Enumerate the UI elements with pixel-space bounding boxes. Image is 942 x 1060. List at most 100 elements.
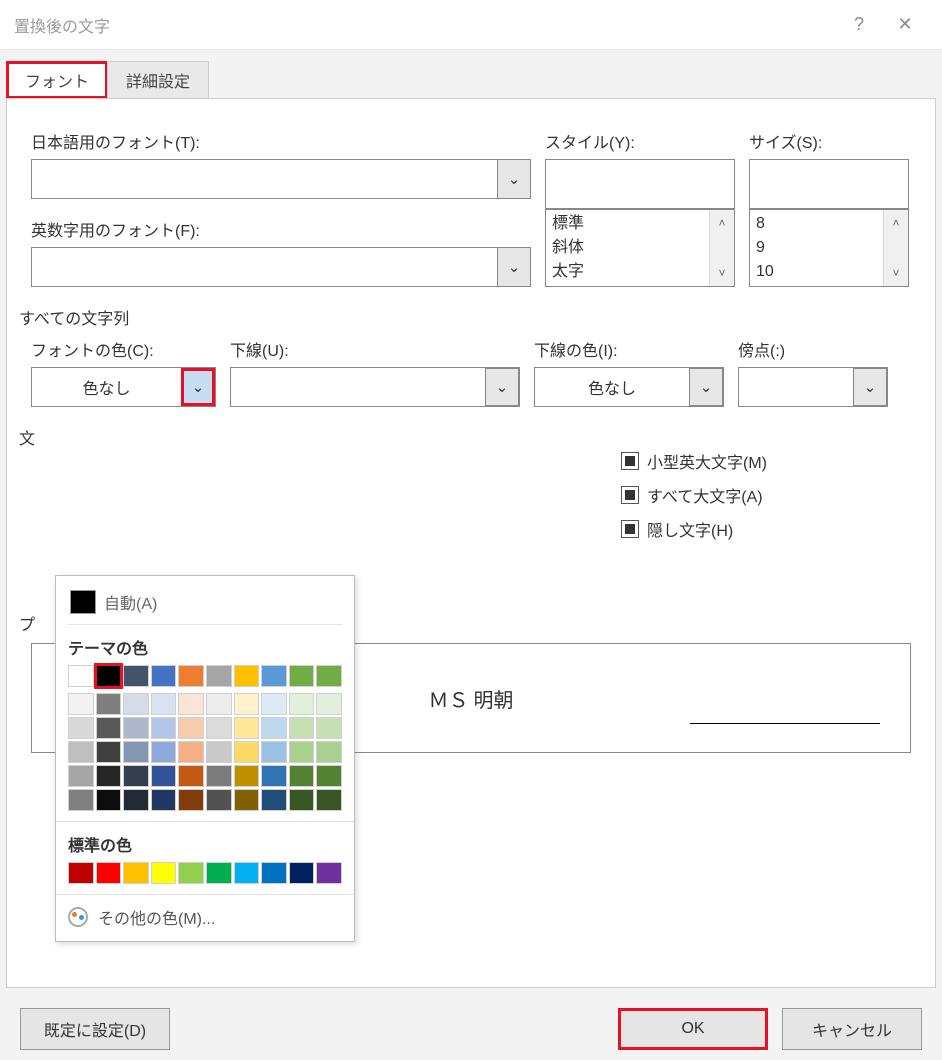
emphasis-dropdown[interactable]: ⌄: [853, 368, 887, 406]
color-swatch[interactable]: [151, 665, 177, 687]
color-swatch[interactable]: [289, 717, 315, 739]
color-swatch[interactable]: [261, 789, 287, 811]
style-input[interactable]: [545, 159, 735, 209]
color-swatch[interactable]: [261, 741, 287, 763]
scroll-down-icon[interactable]: ˅: [710, 260, 734, 286]
color-swatch[interactable]: [206, 717, 232, 739]
set-default-button[interactable]: 既定に設定(D): [20, 1008, 170, 1050]
scroll-up-icon[interactable]: ˄: [710, 210, 734, 236]
color-swatch[interactable]: [123, 693, 149, 715]
color-swatch[interactable]: [234, 717, 260, 739]
color-swatch[interactable]: [206, 741, 232, 763]
emphasis-combo[interactable]: ⌄: [738, 367, 888, 407]
help-button[interactable]: ?: [836, 2, 882, 48]
ok-button[interactable]: OK: [618, 1008, 768, 1050]
color-swatch[interactable]: [289, 789, 315, 811]
color-swatch[interactable]: [123, 765, 149, 787]
tab-advanced[interactable]: 詳細設定: [107, 61, 209, 99]
size-input[interactable]: [749, 159, 909, 209]
color-swatch[interactable]: [151, 765, 177, 787]
color-swatch[interactable]: [316, 741, 342, 763]
color-swatch[interactable]: [96, 765, 122, 787]
color-swatch[interactable]: [289, 665, 315, 687]
color-swatch[interactable]: [96, 693, 122, 715]
color-swatch[interactable]: [96, 717, 122, 739]
checkbox-hidden[interactable]: 隠し文字(H): [621, 517, 911, 541]
color-swatch[interactable]: [206, 765, 232, 787]
color-swatch[interactable]: [289, 765, 315, 787]
color-swatch[interactable]: [261, 765, 287, 787]
color-swatch[interactable]: [234, 765, 260, 787]
more-colors-item[interactable]: その他の色(M)...: [68, 905, 342, 929]
cancel-button[interactable]: キャンセル: [782, 1008, 922, 1050]
color-swatch[interactable]: [289, 862, 315, 884]
color-swatch[interactable]: [68, 665, 94, 687]
color-swatch[interactable]: [68, 717, 94, 739]
color-swatch[interactable]: [178, 862, 204, 884]
color-swatch[interactable]: [68, 789, 94, 811]
latin-font-combo[interactable]: ⌄: [31, 247, 531, 287]
color-swatch[interactable]: [261, 693, 287, 715]
color-swatch[interactable]: [234, 665, 260, 687]
color-swatch[interactable]: [68, 741, 94, 763]
checkbox-small-caps[interactable]: 小型英大文字(M): [621, 449, 911, 473]
color-swatch[interactable]: [123, 665, 149, 687]
color-swatch[interactable]: [68, 693, 94, 715]
size-scrollbar[interactable]: ˄ ˅: [883, 210, 908, 286]
japanese-font-dropdown[interactable]: ⌄: [497, 159, 531, 199]
color-swatch[interactable]: [151, 862, 177, 884]
color-swatch[interactable]: [96, 665, 122, 687]
color-swatch[interactable]: [178, 693, 204, 715]
color-swatch[interactable]: [261, 862, 287, 884]
scroll-up-icon[interactable]: ˄: [884, 210, 908, 236]
color-swatch[interactable]: [206, 789, 232, 811]
latin-font-dropdown[interactable]: ⌄: [497, 247, 531, 287]
close-button[interactable]: ✕: [882, 2, 928, 48]
color-swatch[interactable]: [206, 862, 232, 884]
color-swatch[interactable]: [261, 665, 287, 687]
color-swatch[interactable]: [234, 789, 260, 811]
color-swatch[interactable]: [96, 862, 122, 884]
latin-font-input[interactable]: [31, 247, 497, 287]
color-swatch[interactable]: [316, 693, 342, 715]
underline-color-combo[interactable]: 色なし ⌄: [534, 367, 724, 407]
color-swatch[interactable]: [178, 789, 204, 811]
color-swatch[interactable]: [316, 862, 342, 884]
color-swatch[interactable]: [96, 741, 122, 763]
underline-dropdown[interactable]: ⌄: [485, 368, 519, 406]
color-swatch[interactable]: [178, 717, 204, 739]
japanese-font-combo[interactable]: ⌄: [31, 159, 531, 199]
color-swatch[interactable]: [123, 741, 149, 763]
scroll-down-icon[interactable]: ˅: [884, 260, 908, 286]
color-swatch[interactable]: [206, 693, 232, 715]
color-swatch[interactable]: [178, 741, 204, 763]
color-swatch[interactable]: [96, 789, 122, 811]
tab-font[interactable]: フォント: [6, 61, 108, 99]
underline-color-dropdown[interactable]: ⌄: [689, 368, 723, 406]
color-swatch[interactable]: [289, 741, 315, 763]
color-swatch[interactable]: [234, 693, 260, 715]
color-swatch[interactable]: [289, 693, 315, 715]
color-swatch[interactable]: [178, 765, 204, 787]
color-automatic[interactable]: 自動(A): [68, 586, 342, 625]
color-swatch[interactable]: [151, 741, 177, 763]
underline-combo[interactable]: ⌄: [230, 367, 520, 407]
font-color-dropdown[interactable]: ⌄: [181, 368, 215, 406]
style-scrollbar[interactable]: ˄ ˅: [709, 210, 734, 286]
size-list-items[interactable]: 8 9 10: [750, 210, 883, 286]
color-swatch[interactable]: [316, 665, 342, 687]
color-swatch[interactable]: [206, 665, 232, 687]
color-swatch[interactable]: [151, 717, 177, 739]
color-swatch[interactable]: [178, 665, 204, 687]
japanese-font-input[interactable]: [31, 159, 497, 199]
color-swatch[interactable]: [151, 789, 177, 811]
color-swatch[interactable]: [316, 765, 342, 787]
size-listbox[interactable]: 8 9 10 ˄ ˅: [749, 209, 909, 287]
color-swatch[interactable]: [123, 789, 149, 811]
color-swatch[interactable]: [123, 862, 149, 884]
style-listbox[interactable]: 標準 斜体 太字 ˄ ˅: [545, 209, 735, 287]
color-swatch[interactable]: [234, 741, 260, 763]
color-swatch[interactable]: [151, 693, 177, 715]
color-swatch[interactable]: [68, 765, 94, 787]
style-list-items[interactable]: 標準 斜体 太字: [546, 210, 709, 286]
